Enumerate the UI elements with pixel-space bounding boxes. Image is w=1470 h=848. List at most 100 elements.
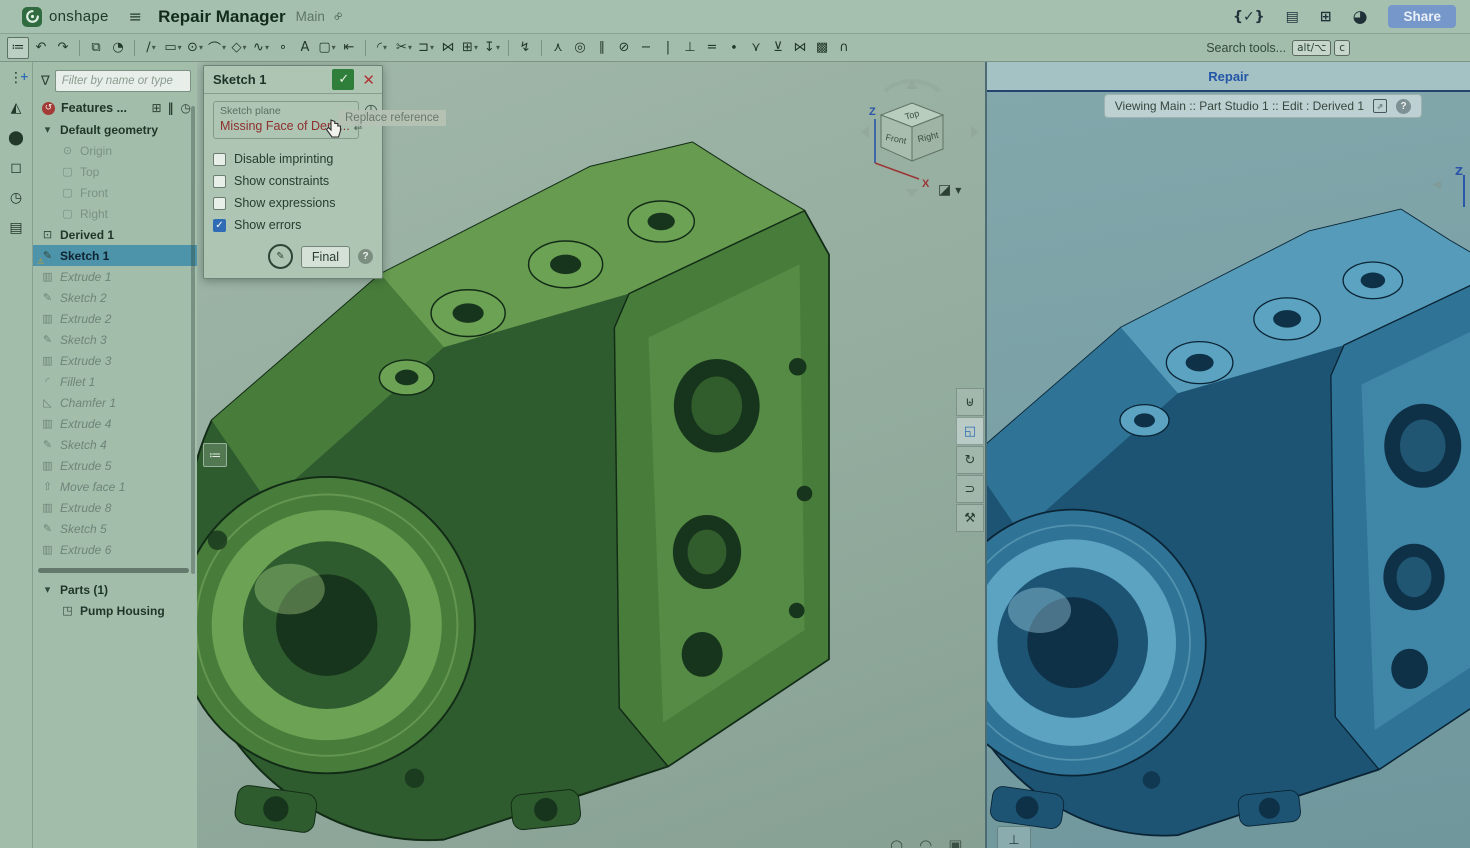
horizontal-constraint-icon[interactable]: − [636,38,656,58]
ghost-circle-icon[interactable]: ○ [890,836,903,848]
text-tool-icon[interactable]: A [295,38,315,58]
checkbox-box[interactable] [213,197,226,210]
copy-paste-icon[interactable]: ⧉ [86,38,106,58]
checkbox-disable-imprinting[interactable]: Disable imprinting [213,148,373,170]
featurescript-icon[interactable]: {✓} [1233,9,1265,25]
rectangle-tool-icon[interactable]: ▭▾ [163,38,183,58]
document-outline-icon[interactable]: ▤ [1286,9,1299,25]
tangent-constraint-icon[interactable]: ⊘ [614,38,634,58]
feature-item-top[interactable]: ▢Top [33,161,197,182]
parts-header[interactable]: ▾Parts (1) [33,579,197,600]
feature-item-derived-1[interactable]: ⊡Derived 1 [33,224,197,245]
polygon-tool-icon[interactable]: ◇▾ [229,38,249,58]
selection-query-icon[interactable]: ◻ [10,160,22,176]
slot-tool-icon[interactable]: ▢▾ [317,38,337,58]
feature-item-extrude-6[interactable]: ▥Extrude 6 [33,539,197,560]
checkbox-box[interactable] [213,175,226,188]
document-title[interactable]: Repair Manager [158,7,286,27]
vertical-constraint-icon[interactable]: | [658,38,678,58]
feature-item-move-face-1[interactable]: ⇧Move face 1 [33,476,197,497]
final-button[interactable]: Final [301,246,350,268]
feature-item-extrude-3[interactable]: ▥Extrude 3 [33,350,197,371]
feature-item-extrude-4[interactable]: ▥Extrude 4 [33,413,197,434]
view-options-dropdown[interactable]: ◪▼ [938,182,961,198]
pierce-constraint-icon[interactable]: ⋎ [746,38,766,58]
sketch-indicator-icon[interactable]: ✎ [268,244,293,269]
ghost-arc-icon[interactable]: ◠ [919,836,932,848]
repair-tab-label[interactable]: Repair [1208,69,1248,84]
point-tool-icon[interactable]: ∘ [273,38,293,58]
bottom-tool-button[interactable]: ⊥ [997,826,1031,848]
trim-tool-icon[interactable]: ✂▾ [394,38,414,58]
suppress-pause-icon[interactable]: ‖ [168,101,175,115]
pump-housing-model-blue[interactable] [985,157,1470,848]
checkbox-box[interactable] [213,153,226,166]
checkbox-show-errors[interactable]: ✓Show errors [213,214,373,236]
view-cube[interactable]: Top Front Right Z X [855,75,985,205]
import-dxf-icon[interactable]: ↧▾ [482,38,502,58]
offset-tool-icon[interactable]: ⊐▾ [416,38,436,58]
normal-constraint-icon[interactable]: ⊻ [768,38,788,58]
learning-center-icon[interactable]: ◕ [1353,7,1368,27]
midpoint-constraint-icon[interactable]: ∙ [724,38,744,58]
custom-table-icon[interactable]: ▤ [9,220,22,236]
curvature-constraint-icon[interactable]: ∩ [834,38,854,58]
repair-tools-icon[interactable]: ⚒ [956,504,984,532]
hamburger-menu-icon[interactable]: ≡ [129,7,142,26]
replace-part-icon[interactable]: ↻ [956,446,984,474]
feature-item-sketch-3[interactable]: ✎Sketch 3 [33,329,197,350]
line-tool-icon[interactable]: ∕▾ [141,38,161,58]
checkbox-show-expressions[interactable]: Show expressions [213,192,373,214]
boolean-union-icon[interactable]: ⊎ [956,388,984,416]
feature-item-fillet-1[interactable]: ◜Fillet 1 [33,371,197,392]
feature-item-sketch-4[interactable]: ✎Sketch 4 [33,434,197,455]
share-button[interactable]: Share [1388,5,1456,28]
construction-toggle-icon[interactable]: ↯ [515,38,535,58]
ghost-cube-icon[interactable]: ▣ [948,836,962,848]
checkbox-show-constraints[interactable]: Show constraints [213,170,373,192]
context-icon[interactable]: ⊃ [956,475,984,503]
circle-tool-icon[interactable]: ⊙▾ [185,38,205,58]
panel-help-icon[interactable]: ? [1396,99,1411,114]
feature-item-front[interactable]: ▢Front [33,182,197,203]
dimension-tool-icon[interactable]: ⇤ [339,38,359,58]
feature-item-extrude-2[interactable]: ▥Extrude 2 [33,308,197,329]
coincident-constraint-icon[interactable]: ⋏ [548,38,568,58]
repair-preview-viewport[interactable]: Repair Viewing Main :: Part Studio 1 :: … [985,62,1470,848]
insert-new-icon[interactable]: ⋮+ [9,70,23,86]
feature-item-default-geometry[interactable]: ▾Default geometry [33,119,197,140]
pattern-tool-icon[interactable]: ⊞▾ [460,38,480,58]
comment-icon[interactable]: ⬤ [8,130,24,146]
symmetric-constraint-icon[interactable]: ⋈ [790,38,810,58]
create-folder-icon[interactable]: ⊞ [151,101,161,115]
vertical-scrollbar[interactable] [191,106,195,574]
feature-dialog-collapse-button[interactable]: ≔ [203,443,227,467]
mirror-tool-icon[interactable]: ⋈ [438,38,458,58]
dialog-help-icon[interactable]: ? [358,249,373,264]
feature-item-chamfer-1[interactable]: ◺Chamfer 1 [33,392,197,413]
search-tools-label[interactable]: Search tools... [1206,41,1286,55]
appearance-icon[interactable]: ◭ [11,100,22,116]
part-item-pump-housing[interactable]: ◳Pump Housing [33,600,197,621]
sketch-mode-icon[interactable]: ◔ [108,38,128,58]
rollback-clock-icon[interactable]: ◷ [181,101,191,115]
apps-grid-icon[interactable]: ⊞ [1320,9,1332,25]
feature-item-extrude-8[interactable]: ▥Extrude 8 [33,497,197,518]
feature-item-origin[interactable]: ⊙Origin [33,140,197,161]
isolate-part-icon[interactable]: ◱ [956,417,984,445]
part-studio-viewport[interactable]: Sketch 1 ✓ ✕ Sketch plane Missing Face o… [197,62,985,848]
redo-icon[interactable]: ↷ [53,38,73,58]
cancel-button[interactable]: ✕ [360,71,377,89]
feature-item-extrude-5[interactable]: ▥Extrude 5 [33,455,197,476]
equal-constraint-icon[interactable]: = [702,38,722,58]
feature-item-right[interactable]: ▢Right [33,203,197,224]
parallel-constraint-icon[interactable]: ∥ [592,38,612,58]
feature-list-toggle-icon[interactable]: ≔ [7,37,29,59]
checkbox-box[interactable]: ✓ [213,219,226,232]
fillet-tool-icon[interactable]: ◜▾ [372,38,392,58]
feature-item-extrude-1[interactable]: ▥Extrude 1 [33,266,197,287]
feature-item-sketch-2[interactable]: ✎Sketch 2 [33,287,197,308]
branch-label[interactable]: Main [296,9,325,24]
undo-icon[interactable]: ↶ [31,38,51,58]
fix-constraint-icon[interactable]: ▩ [812,38,832,58]
